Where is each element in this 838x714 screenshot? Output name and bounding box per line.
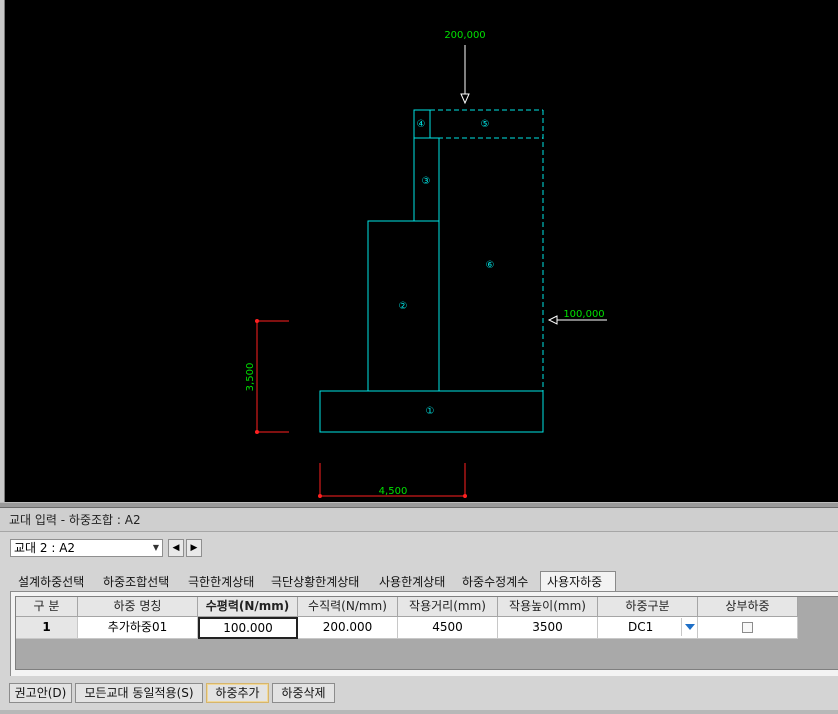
triangle-left-icon: ◀ bbox=[172, 543, 180, 553]
chevron-down-icon: ▼ bbox=[152, 543, 159, 552]
horizontal-force-cell[interactable]: 100.000 bbox=[198, 617, 298, 639]
section-label-5: ⑤ bbox=[481, 119, 490, 130]
load-type-cell[interactable]: DC1 bbox=[598, 617, 698, 639]
column-header-upper-load: 상부하중 bbox=[698, 597, 798, 617]
upper-load-cell bbox=[698, 617, 798, 639]
width-dimension-label: 4,500 bbox=[379, 486, 408, 497]
abutment-drawing: ① ② ③ ④ ⑤ ⑥ 200,000 100,000 3,500 4,500 bbox=[245, 30, 607, 498]
section-label-6: ⑥ bbox=[486, 260, 495, 271]
section-label-4: ④ bbox=[417, 119, 426, 130]
panel-title: 교대 입력 - 하중조합 : A2 bbox=[0, 508, 838, 532]
apply-all-abutments-button[interactable]: 모든교대 동일적용(S) bbox=[75, 683, 203, 703]
tab-load-modifier[interactable]: 하중수정계수 bbox=[462, 573, 528, 591]
tab-user-load[interactable]: 사용자하중 bbox=[540, 571, 616, 592]
side-load-label: 100,000 bbox=[563, 309, 604, 320]
load-combination-panel: 교대 입력 - 하중조합 : A2 교대 2 : A2 ▼ ◀ ▶ 설계하중선택… bbox=[0, 508, 838, 714]
height-dimension bbox=[255, 319, 289, 434]
next-abutment-button[interactable]: ▶ bbox=[186, 539, 202, 557]
tab-load-combination-selection[interactable]: 하중조합선택 bbox=[103, 573, 169, 591]
top-load-label: 200,000 bbox=[444, 30, 485, 41]
tab-design-load-selection[interactable]: 설계하중선택 bbox=[18, 573, 84, 591]
prev-abutment-button[interactable]: ◀ bbox=[168, 539, 184, 557]
load-type-value: DC1 bbox=[628, 620, 654, 634]
vertical-force-cell[interactable]: 200.000 bbox=[298, 617, 398, 639]
distance-cell[interactable]: 4500 bbox=[398, 617, 498, 639]
tab-service-limit-state[interactable]: 사용한계상태 bbox=[379, 573, 445, 591]
load-name-cell[interactable]: 추가하중01 bbox=[78, 617, 198, 639]
triangle-right-icon: ▶ bbox=[190, 543, 198, 553]
tab-ultimate-limit-state[interactable]: 극한한계상태 bbox=[188, 573, 254, 591]
abutment-structure bbox=[319, 109, 544, 433]
tab-content-user-load: 구 분 하중 명칭 수평력(N/mm) 수직력(N/mm) 작용거리(mm) 작… bbox=[10, 591, 838, 676]
recommend-button[interactable]: 권고안(D) bbox=[9, 683, 72, 703]
column-header-height: 작용높이(mm) bbox=[498, 597, 598, 617]
column-header-load-name: 하중 명칭 bbox=[78, 597, 198, 617]
column-header-load-type: 하중구분 bbox=[598, 597, 698, 617]
bottom-border bbox=[0, 710, 838, 714]
column-header-no: 구 분 bbox=[16, 597, 78, 617]
column-header-horizontal: 수평력(N/mm) bbox=[198, 597, 298, 617]
user-load-table: 구 분 하중 명칭 수평력(N/mm) 수직력(N/mm) 작용거리(mm) 작… bbox=[15, 596, 838, 670]
column-header-vertical: 수직력(N/mm) bbox=[298, 597, 398, 617]
tab-extreme-event-limit-state[interactable]: 극단상황한계상태 bbox=[271, 573, 359, 591]
abutment-select[interactable]: 교대 2 : A2 ▼ bbox=[10, 539, 163, 557]
height-dimension-label: 3,500 bbox=[245, 363, 256, 392]
top-load-arrow bbox=[460, 45, 470, 105]
section-label-2: ② bbox=[399, 301, 408, 312]
height-cell[interactable]: 3500 bbox=[498, 617, 598, 639]
add-load-button[interactable]: 하중추가 bbox=[206, 683, 269, 703]
section-label-1: ① bbox=[426, 406, 435, 417]
abutment-select-value: 교대 2 : A2 bbox=[14, 541, 76, 555]
drawing-canvas[interactable]: ① ② ③ ④ ⑤ ⑥ 200,000 100,000 3,500 4,500 bbox=[4, 0, 838, 502]
section-label-3: ③ bbox=[422, 176, 431, 187]
dropdown-arrow-icon[interactable] bbox=[681, 618, 697, 636]
row-number: 1 bbox=[16, 617, 78, 639]
column-header-distance: 작용거리(mm) bbox=[398, 597, 498, 617]
upper-load-checkbox[interactable] bbox=[741, 622, 753, 633]
delete-load-button[interactable]: 하중삭제 bbox=[272, 683, 335, 703]
